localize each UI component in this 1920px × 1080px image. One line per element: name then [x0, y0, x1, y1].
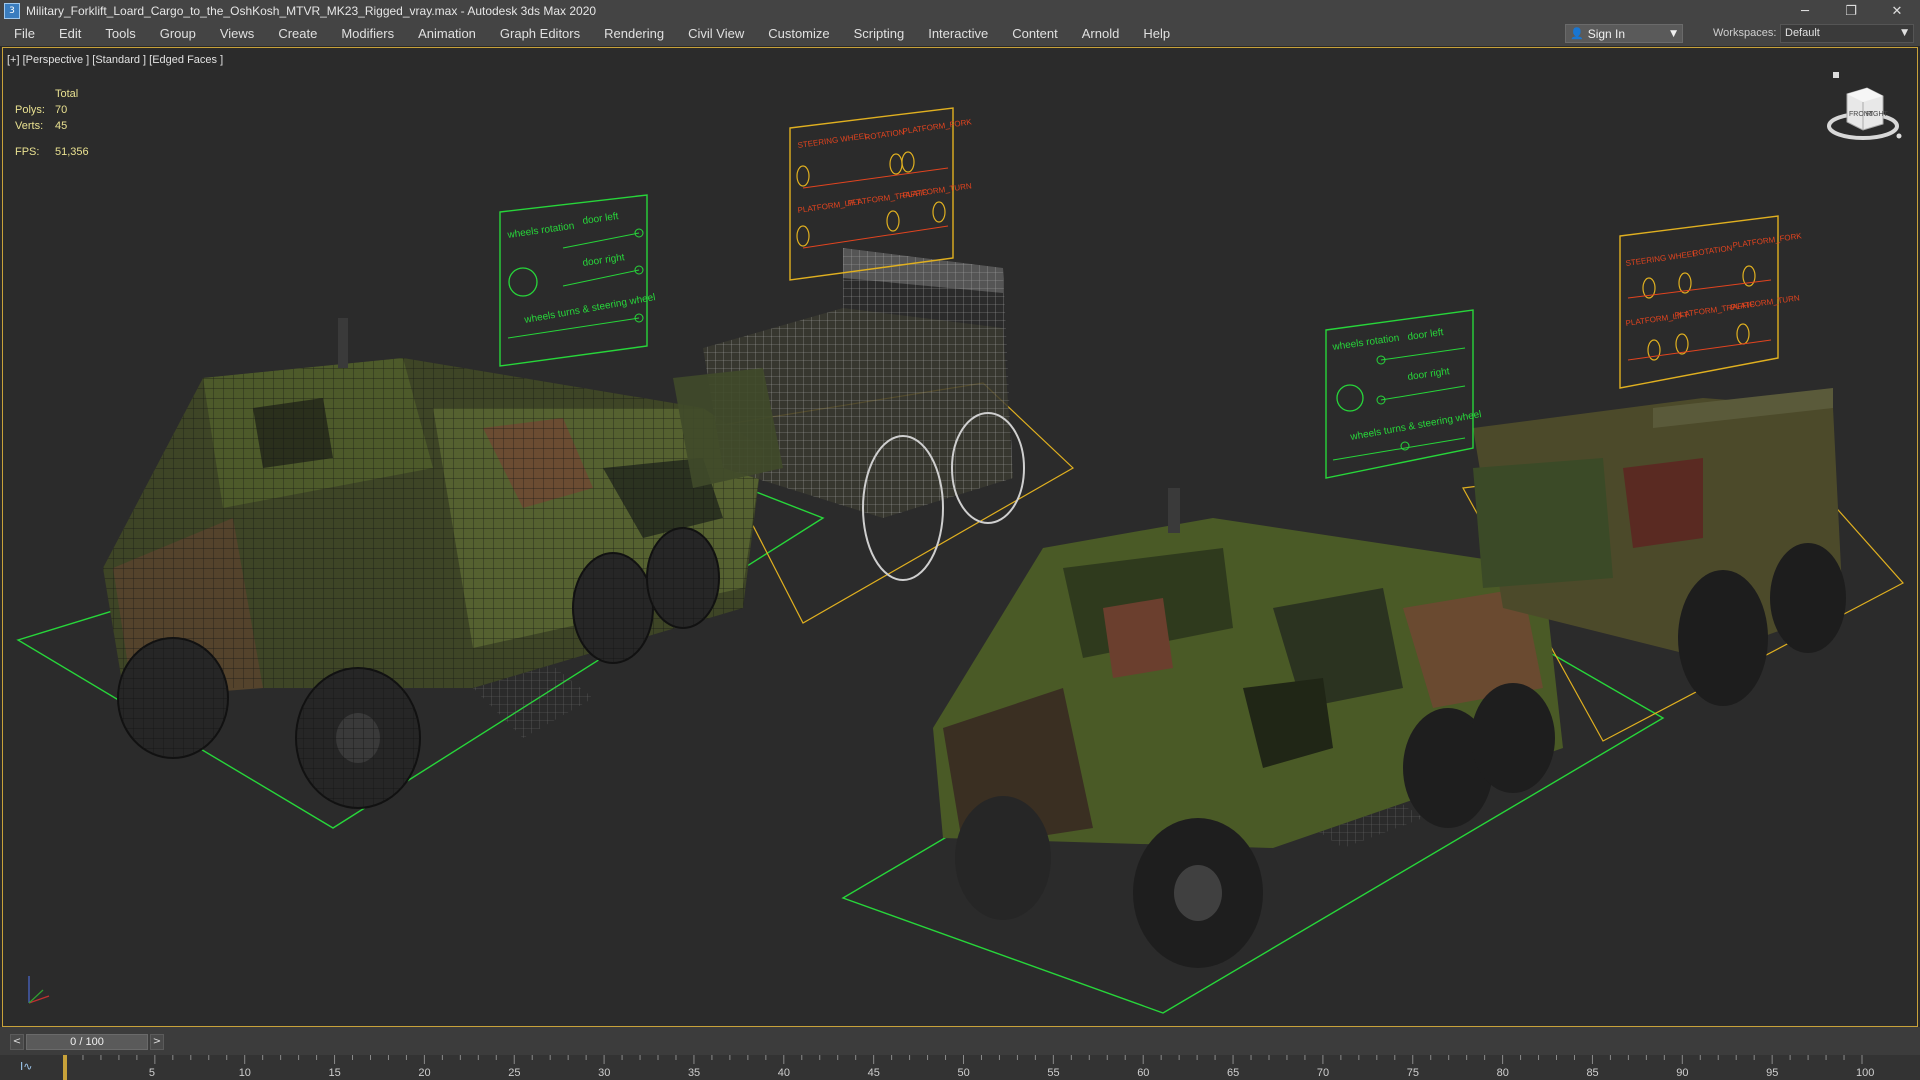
menu-content[interactable]: Content — [1000, 22, 1070, 46]
ruler-tick-label: 25 — [508, 1067, 520, 1079]
menu-interactive[interactable]: Interactive — [916, 22, 1000, 46]
menu-help[interactable]: Help — [1131, 22, 1182, 46]
workspaces-value: Default — [1785, 27, 1820, 39]
close-button[interactable]: ✕ — [1874, 0, 1920, 22]
label-steering-wheel: STEERING WHEEL — [1625, 249, 1698, 268]
ruler-tick-label: 60 — [1137, 1067, 1149, 1079]
label-rotation: ROTATION — [1692, 243, 1733, 258]
workspaces-select[interactable]: Default ▼ — [1780, 24, 1914, 43]
label-platform-turn: PLATFORM_TURN — [902, 181, 972, 200]
sign-in-dropdown[interactable]: 👤 Sign In ▼ — [1565, 24, 1683, 43]
label-rotation: ROTATION — [864, 127, 905, 142]
menu-arnold[interactable]: Arnold — [1070, 22, 1132, 46]
menu-graph-editors[interactable]: Graph Editors — [488, 22, 592, 46]
rig-panel-green-left[interactable]: wheels rotation door left door right whe… — [499, 194, 656, 367]
menu-civil-view[interactable]: Civil View — [676, 22, 756, 46]
restore-button[interactable]: ❐ — [1828, 0, 1874, 22]
title-bar: 3 Military_Forklift_Loard_Cargo_to_the_O… — [0, 0, 1920, 22]
menu-create[interactable]: Create — [266, 22, 329, 46]
label-door-left: door left — [582, 211, 620, 227]
ruler-tick-label: 40 — [778, 1067, 790, 1079]
window-title: Military_Forklift_Loard_Cargo_to_the_Osh… — [26, 4, 597, 18]
ruler-tick-label: 80 — [1497, 1067, 1509, 1079]
current-frame-marker[interactable] — [63, 1055, 67, 1080]
axis-tripod-icon — [28, 976, 50, 1004]
menu-modifiers[interactable]: Modifiers — [329, 22, 406, 46]
ruler-tick-label: 100 — [1856, 1067, 1874, 1079]
label-platform-fork: PLATFORM_FORK — [1732, 231, 1803, 250]
ruler-tick-label: 75 — [1407, 1067, 1419, 1079]
app-logo-icon: 3 — [4, 3, 20, 19]
timeline-area: < 0 / 100 > Ⅰ∿ 5 10 15 20 25 30 35 40 45 50 55 60 65… — [0, 1027, 1920, 1080]
window-controls: ─ ❐ ✕ — [1782, 0, 1920, 22]
label-door-left: door left — [1407, 327, 1445, 343]
rig-panel-green-right[interactable]: wheels rotation door left door right whe… — [1325, 309, 1482, 479]
ruler-tick-label: 35 — [688, 1067, 700, 1079]
user-icon: 👤 — [1570, 27, 1584, 40]
label-door-right: door right — [1407, 366, 1451, 383]
label-wheels-rotation: wheels rotation — [506, 221, 575, 241]
label-door-right: door right — [582, 252, 626, 269]
menu-views[interactable]: Views — [208, 22, 266, 46]
menu-animation[interactable]: Animation — [406, 22, 488, 46]
label-steering-wheel: STEERING WHEEL — [797, 131, 870, 150]
sign-in-label: Sign In — [1587, 26, 1626, 41]
menu-tools[interactable]: Tools — [93, 22, 147, 46]
menu-customize[interactable]: Customize — [756, 22, 841, 46]
track-bar[interactable]: Ⅰ∿ 5 10 15 20 25 30 35 40 45 50 55 60 65 70 75 80 85 90 95… — [0, 1055, 1920, 1080]
rig-panel-orange-right[interactable]: STEERING WHEEL ROTATION PLATFORM_FORK PL… — [1619, 215, 1803, 389]
label-platform-fork: PLATFORM_FORK — [902, 117, 973, 136]
time-slider[interactable]: < 0 / 100 > — [10, 1034, 164, 1050]
scene-3d: wheels rotation door left door right whe… — [16, 107, 1904, 1014]
ruler-tick-label: 30 — [598, 1067, 610, 1079]
menu-rendering[interactable]: Rendering — [592, 22, 676, 46]
ruler-tick-label: 95 — [1766, 1067, 1778, 1079]
minimize-button[interactable]: ─ — [1782, 0, 1828, 22]
ruler-tick-label: 45 — [868, 1067, 880, 1079]
workspaces-label: Workspaces: — [1713, 27, 1777, 39]
ruler-tick-label: 65 — [1227, 1067, 1239, 1079]
ruler-tick-label: 5 — [149, 1067, 155, 1079]
viewcube-right-label: RIGHT — [1866, 111, 1889, 118]
ruler-tick-label: 70 — [1317, 1067, 1329, 1079]
chevron-down-icon: ▼ — [1670, 28, 1677, 39]
chevron-down-icon: ▼ — [1901, 28, 1908, 38]
time-slider-handle[interactable]: 0 / 100 — [26, 1034, 148, 1050]
ruler-tick-label: 55 — [1047, 1067, 1059, 1079]
menu-file[interactable]: File — [0, 22, 47, 46]
label-platform-turn: PLATFORM_TURN — [1730, 293, 1800, 312]
next-frame-button[interactable]: > — [150, 1034, 164, 1050]
ruler-tick-label: 50 — [958, 1067, 970, 1079]
ruler-tick-label: 10 — [239, 1067, 251, 1079]
right-truck-model[interactable] — [933, 488, 1563, 968]
prev-frame-button[interactable]: < — [10, 1034, 24, 1050]
track-bar-ticks: 5 10 15 20 25 30 35 40 45 50 55 60 65 70 75 80 85 90 95 100 — [63, 1055, 1874, 1080]
perspective-viewport[interactable]: [+] [Perspective ] [Standard ] [Edged Fa… — [2, 47, 1918, 1027]
ruler-tick-label: 90 — [1676, 1067, 1688, 1079]
menu-scripting[interactable]: Scripting — [842, 22, 917, 46]
label-wheels-rotation: wheels rotation — [1331, 333, 1400, 353]
ruler-tick-label: 85 — [1586, 1067, 1598, 1079]
ruler-tick-label: 15 — [329, 1067, 341, 1079]
ruler-tick-label: 20 — [418, 1067, 430, 1079]
menu-group[interactable]: Group — [148, 22, 208, 46]
viewcube[interactable]: FRONT RIGHT — [1825, 72, 1905, 152]
menu-edit[interactable]: Edit — [47, 22, 93, 46]
